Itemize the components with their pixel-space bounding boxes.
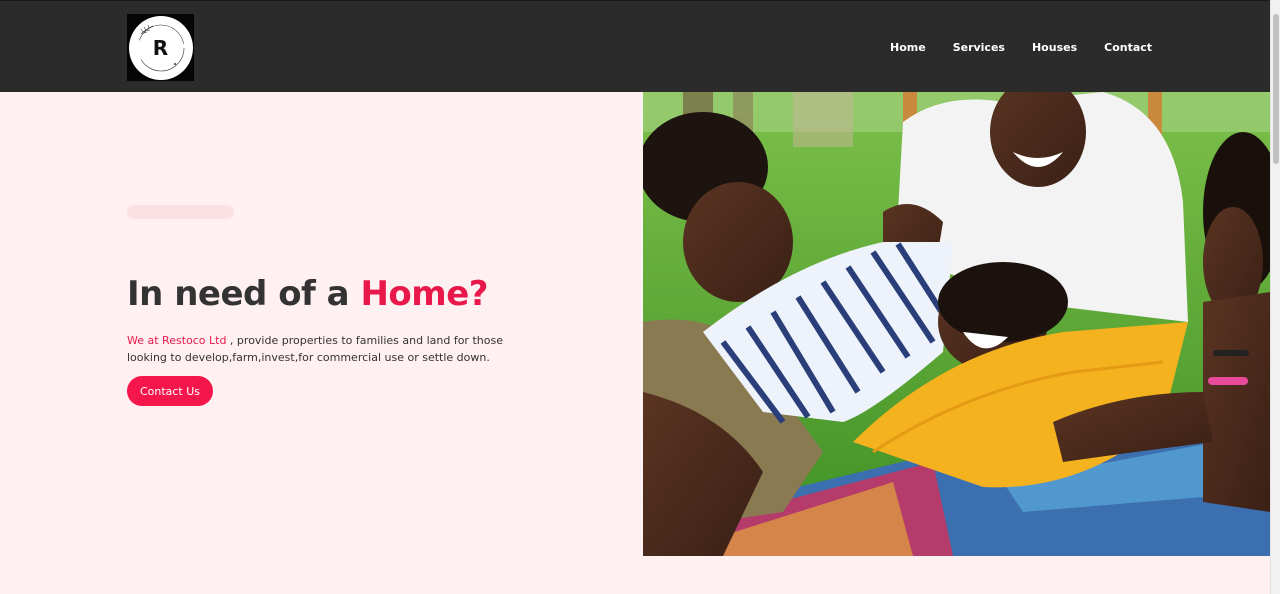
company-name: We at Restoco Ltd — [127, 334, 227, 347]
nav-link-houses[interactable]: Houses — [1032, 41, 1077, 54]
hero-title: In need of a Home? — [127, 274, 488, 314]
family-photo — [643, 92, 1270, 556]
nav-link-contact[interactable]: Contact — [1104, 41, 1152, 54]
family-photo-illustration — [643, 92, 1270, 556]
hero-badge-placeholder — [127, 205, 234, 219]
scrollbar[interactable] — [1270, 0, 1280, 594]
logo[interactable]: R — [127, 14, 194, 81]
logo-circle: R — [128, 15, 193, 80]
scrollbar-thumb[interactable] — [1273, 14, 1279, 164]
main-nav: Home Services Houses Contact — [890, 41, 1179, 54]
hero-description: We at Restoco Ltd , provide properties t… — [127, 332, 507, 366]
nav-link-services[interactable]: Services — [953, 41, 1005, 54]
leaf-ornament-icon — [137, 24, 184, 71]
navbar: R Home Services Houses Contact — [0, 0, 1270, 92]
hero-bottom-strip — [643, 556, 1270, 594]
hero-title-prefix: In need of a — [127, 274, 361, 314]
hero-title-accent: Home? — [360, 274, 488, 314]
nav-link-home[interactable]: Home — [890, 41, 926, 54]
hero-section: In need of a Home? We at Restoco Ltd , p… — [0, 92, 643, 594]
contact-us-button[interactable]: Contact Us — [127, 376, 213, 406]
